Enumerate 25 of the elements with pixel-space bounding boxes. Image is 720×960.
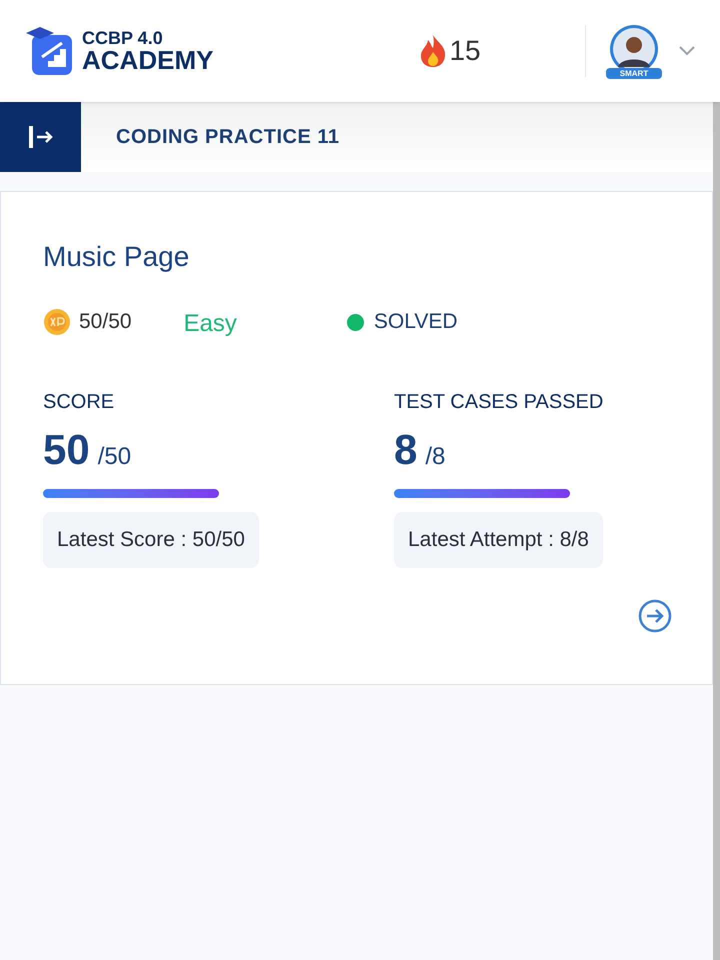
arrow-right-circle-icon[interactable] (638, 599, 672, 633)
avatar-badge: SMART (606, 68, 662, 79)
chevron-down-icon[interactable] (678, 45, 696, 57)
expand-sidebar-button[interactable] (0, 102, 81, 172)
page-title: CODING PRACTICE 11 (116, 125, 340, 150)
xp-score: 50/50 (79, 309, 132, 336)
stat-value: 50 (43, 429, 90, 471)
stat-value: 8 (394, 429, 418, 471)
logo-subtitle: CCBP 4.0 (82, 29, 164, 47)
problem-title: Music Page (43, 240, 190, 274)
latest-result-chip: Latest Score : 50/50 (43, 512, 259, 568)
stat-total: /8 (425, 442, 446, 472)
logo-icon (24, 25, 74, 77)
status-label: SOLVED (374, 309, 458, 336)
flame-icon (419, 34, 448, 68)
difficulty-label: Easy (184, 309, 237, 339)
streak-count: 15 (449, 34, 481, 68)
scrollbar[interactable] (713, 102, 720, 960)
logo-title: ACADEMY (82, 47, 214, 73)
xp-coin-icon (43, 308, 71, 336)
arrow-to-right-icon (26, 124, 54, 150)
stat-total: /50 (98, 442, 132, 472)
stat-label: TEST CASES PASSED (394, 390, 604, 415)
stat-label: SCORE (43, 390, 114, 415)
latest-result-chip: Latest Attempt : 8/8 (394, 512, 603, 568)
